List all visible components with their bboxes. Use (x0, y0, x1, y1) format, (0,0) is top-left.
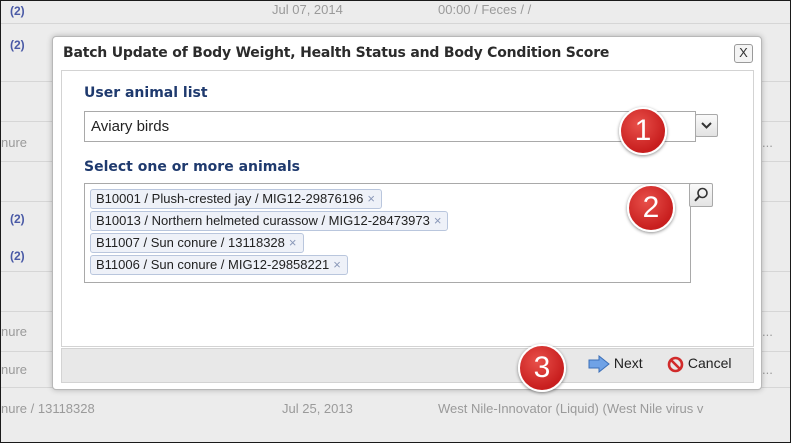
dropdown-button[interactable] (695, 114, 718, 137)
notes-link[interactable]: (2) (10, 4, 25, 18)
dialog-footer: Next Cancel (61, 348, 754, 383)
notes-link[interactable]: (2) (10, 38, 25, 52)
row-species: nure / 13118328 (1, 401, 95, 416)
search-animals-button[interactable] (689, 183, 713, 207)
animals-multiselect[interactable]: B10001 / Plush-crested jay / MIG12-29876… (84, 183, 691, 283)
no-sign-icon (667, 356, 684, 373)
row-ellipsis: ... (762, 135, 773, 150)
tag-remove-icon[interactable]: × (289, 235, 297, 250)
table-row: nure / 13118328 Jul 25, 2013 West Nile-I… (1, 387, 790, 442)
user-animal-list-value: Aviary birds (91, 118, 170, 135)
row-date: Jul 07, 2014 (272, 2, 343, 17)
user-animal-list-select[interactable]: Aviary birds (84, 111, 696, 142)
next-button[interactable]: Next (588, 355, 643, 375)
table-row: (2) Jul 07, 2014 00:00 / Feces / / (1, 1, 790, 24)
row-ellipsis: ... (762, 324, 773, 339)
animal-tag-label: B10013 / Northern helmeted curassow / MI… (96, 213, 430, 228)
animal-tag-label: B11007 / Sun conure / 13118328 (96, 235, 285, 250)
animal-tag: B11007 / Sun conure / 13118328 × (90, 233, 304, 253)
magnifier-icon (694, 187, 708, 202)
close-button[interactable]: X (734, 44, 753, 63)
tag-remove-icon[interactable]: × (367, 191, 375, 206)
screenshot-frame: (2) Jul 07, 2014 00:00 / Feces / / (2) n… (0, 0, 791, 443)
arrow-right-icon (588, 355, 610, 374)
cancel-button[interactable]: Cancel (667, 355, 731, 375)
row-date: Jul 25, 2013 (282, 401, 353, 416)
user-list-label: User animal list (84, 85, 208, 101)
row-species: nure (1, 135, 28, 150)
row-detail: West Nile-Innovator (Liquid) (West Nile … (438, 401, 704, 416)
row-detail: 00:00 / Feces / / (438, 2, 532, 17)
animal-tag-label: B11006 / Sun conure / MIG12-29858221 (96, 257, 330, 272)
notes-link[interactable]: (2) (10, 212, 25, 226)
animal-tag: B10013 / Northern helmeted curassow / MI… (90, 211, 449, 231)
dialog-title: Batch Update of Body Weight, Health Stat… (63, 45, 610, 61)
callout-badge-1: 1 (619, 107, 667, 155)
callout-badge-3: 3 (518, 344, 566, 392)
tag-remove-icon[interactable]: × (434, 213, 442, 228)
animal-tag-label: B10001 / Plush-crested jay / MIG12-29876… (96, 191, 364, 206)
row-species: nure (1, 324, 28, 339)
tag-remove-icon[interactable]: × (333, 257, 341, 272)
chevron-down-icon (701, 122, 712, 129)
next-button-label: Next (613, 355, 643, 371)
cancel-button-label: Cancel (687, 355, 732, 371)
row-species: nure (1, 362, 28, 377)
row-ellipsis: ... (762, 362, 773, 377)
animals-label: Select one or more animals (84, 159, 300, 175)
callout-badge-2: 2 (627, 184, 675, 232)
animal-tag: B11006 / Sun conure / MIG12-29858221 × (90, 255, 348, 275)
animal-tag: B10001 / Plush-crested jay / MIG12-29876… (90, 189, 382, 209)
notes-link[interactable]: (2) (10, 249, 25, 263)
